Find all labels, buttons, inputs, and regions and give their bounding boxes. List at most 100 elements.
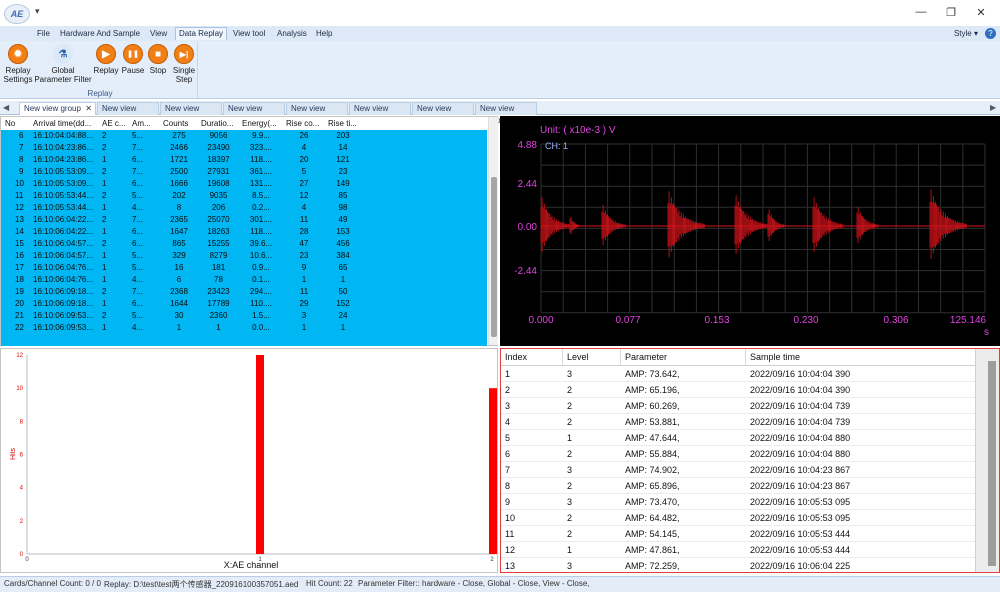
event-table-row[interactable]: 18 16:10:06:04:76... 1 4... 6 78 0.1... 1 1 [1, 274, 487, 286]
event-table-cell: 1721 [170, 155, 188, 164]
column-header-rise-time[interactable]: Rise ti... [328, 119, 364, 128]
help-icon[interactable]: ? [985, 28, 996, 39]
parameter-list-row[interactable]: 9 3 AMP: 73.470, 2022/09/16 10:05:53 095 [501, 494, 975, 511]
parameter-list-row[interactable]: 11 2 AMP: 54.145, 2022/09/16 10:05:53 444 [501, 526, 975, 543]
event-table-cell: 11 [299, 287, 309, 296]
menu-analysis[interactable]: Analysis [274, 27, 310, 40]
event-table-cell: 1 [102, 155, 107, 164]
event-table-cell: 6 [176, 275, 182, 284]
event-table-row[interactable]: 6 16:10:04:04:88... 2 5... 275 9056 9.9... 26 20… [1, 130, 487, 142]
parameter-list-row[interactable]: 4 2 AMP: 53.881, 2022/09/16 10:04:04 739 [501, 414, 975, 431]
parameter-list-row[interactable]: 13 3 AMP: 72.259, 2022/09/16 10:06:04 225 [501, 558, 975, 572]
pause-button[interactable]: ❚❚ Pause [120, 44, 146, 75]
menu-hardware-and-sample[interactable]: Hardware And Sample [57, 27, 143, 40]
pause-icon: ❚❚ [123, 44, 143, 64]
global-parameter-filter-button[interactable]: ⚗ Global Parameter Filter [32, 44, 94, 84]
column-header-sample-time[interactable]: Sample time [746, 349, 975, 366]
parameter-list-row[interactable]: 12 1 AMP: 47.861, 2022/09/16 10:05:53 444 [501, 542, 975, 559]
menu-help[interactable]: Help [313, 27, 335, 40]
menu-file[interactable]: File [34, 27, 53, 40]
column-header-parameter[interactable]: Parameter [621, 349, 746, 366]
event-table-row[interactable]: 13 16:10:06:04:22... 2 7... 2365 25070 301....… [1, 214, 487, 226]
tab-view-group-8[interactable]: New view group [475, 102, 537, 125]
event-table-row[interactable]: 9 16:10:05:53:09... 2 7... 2500 27931 361.... 5… [1, 166, 487, 178]
column-header-level[interactable]: Level [563, 349, 621, 366]
event-table-row[interactable]: 16 16:10:06:04:57... 1 5... 329 8279 10.6... 23… [1, 250, 487, 262]
event-table-row[interactable]: 7 16:10:04:23:86... 2 7... 2466 23490 323.... 4… [1, 142, 487, 154]
parameter-list-row[interactable]: 6 2 AMP: 55.884, 2022/09/16 10:04:04 880 [501, 446, 975, 463]
event-table-cell: 2 [102, 167, 107, 176]
single-step-button[interactable]: ▶| Single Step [170, 44, 198, 84]
parameter-list-cell: AMP: 73.470, [625, 497, 680, 507]
event-table-cell: 18397 [207, 155, 230, 164]
event-table-cell: 12 [299, 191, 309, 200]
parameter-list-cell: 4 [505, 417, 511, 427]
parameter-list-row[interactable]: 5 1 AMP: 47.644, 2022/09/16 10:04:04 880 [501, 430, 975, 447]
column-header-rise-counts[interactable]: Rise co... [286, 119, 326, 128]
column-header-no[interactable]: No [5, 119, 31, 128]
column-header-amplitude[interactable]: Am... [132, 119, 160, 128]
event-table-row[interactable]: 12 16:10:05:53:44... 1 4... 8 206 0.2... 4 98 [1, 202, 487, 214]
menu-data-replay[interactable]: Data Replay [175, 27, 228, 40]
event-table-row[interactable]: 10 16:10:05:53:09... 1 6... 1666 19608 131....… [1, 178, 487, 190]
parameter-list-row[interactable]: 10 2 AMP: 64.482, 2022/09/16 10:05:53 095 [501, 510, 975, 527]
parameter-list-row[interactable]: 7 3 AMP: 74.902, 2022/09/16 10:04:23 867 [501, 462, 975, 479]
event-table-cell: 1 [102, 323, 107, 332]
event-table-scroll-thumb[interactable] [491, 177, 497, 337]
minimize-button[interactable]: — [912, 4, 930, 20]
replay-button[interactable]: ▶ Replay [93, 44, 119, 75]
y-tick-label: 12 [16, 353, 23, 359]
tab-view-group-5[interactable]: New view group [286, 102, 348, 125]
y-tick-label: 2 [20, 519, 24, 525]
event-table-cell: 17789 [207, 299, 230, 308]
replay-settings-button[interactable]: ✹ Replay Settings [3, 44, 33, 84]
restore-button[interactable]: ❐ [942, 4, 960, 20]
event-table-row[interactable]: 8 16:10:04:23:86... 1 6... 1721 18397 118.... 2… [1, 154, 487, 166]
tab-scroll-left-icon[interactable]: ◀ [3, 103, 9, 112]
column-header-arrival-time[interactable]: Arrival time(dd... [33, 119, 101, 128]
parameter-list-scroll-thumb[interactable] [988, 361, 996, 566]
style-menu[interactable]: Style ▾ [954, 27, 978, 40]
parameter-list-row[interactable]: 8 2 AMP: 65.896, 2022/09/16 10:04:23 867 [501, 478, 975, 495]
event-table-cell: 1644 [170, 299, 188, 308]
column-header-duration[interactable]: Duratio... [201, 119, 241, 128]
parameter-list-row[interactable]: 1 3 AMP: 73.642, 2022/09/16 10:04:04 390 [501, 366, 975, 383]
menu-view[interactable]: View [147, 27, 170, 40]
column-header-energy[interactable]: Energy(... [242, 119, 284, 128]
stop-button[interactable]: ■ Stop [146, 44, 170, 75]
y-tick-label: -2.44 [514, 266, 537, 277]
event-table-cell: 16:10:04:23:86... [33, 155, 94, 164]
tab-view-group-6[interactable]: New view group [349, 102, 411, 125]
quick-access-dropdown-icon[interactable]: ▾ [35, 6, 40, 17]
parameter-list-scrollbar[interactable] [975, 349, 999, 572]
parameter-list-row[interactable]: 2 2 AMP: 65.196, 2022/09/16 10:04:04 390 [501, 382, 975, 399]
event-table-row[interactable]: 21 16:10:06:09:53... 2 5... 30 2360 1.5... 3 24 [1, 310, 487, 322]
event-table-row[interactable]: 19 16:10:06:09:18... 2 7... 2368 23423 294....… [1, 286, 487, 298]
event-table-row[interactable]: 15 16:10:06:04:57... 2 6... 865 15255 39.6... 4… [1, 238, 487, 250]
tab-view-group-2[interactable]: New view group [97, 102, 159, 125]
event-table-row[interactable]: 14 16:10:06:04:22... 1 6... 1647 18263 118....… [1, 226, 487, 238]
parameter-list-cell: AMP: 65.196, [625, 385, 680, 395]
tab-view-group-1[interactable]: New view group ✕ [19, 102, 96, 115]
tab-view-group-4[interactable]: New view group [223, 102, 285, 125]
column-header-counts[interactable]: Counts [163, 119, 199, 128]
column-header-index[interactable]: Index [501, 349, 563, 366]
parameter-list-row[interactable]: 3 2 AMP: 60.269, 2022/09/16 10:04:04 739 [501, 398, 975, 415]
menu-view-tool[interactable]: View tool [230, 27, 268, 40]
tab-view-group-7[interactable]: New view group [412, 102, 474, 125]
event-table-row[interactable]: 22 16:10:06:09:53... 1 4... 1 1 0.0... 1 1 [1, 322, 487, 334]
parameter-list-cell: 2 [567, 449, 573, 459]
close-tab-icon[interactable]: ✕ [85, 103, 92, 115]
close-window-button[interactable]: ✕ [972, 4, 990, 20]
event-table-cell: 11 [299, 215, 309, 224]
event-table-cell: 1666 [170, 179, 188, 188]
status-hit-count: Hit Count: 22 [306, 579, 353, 588]
event-table-row[interactable]: 20 16:10:06:09:18... 1 6... 1644 17789 110....… [1, 298, 487, 310]
event-table-row[interactable]: 11 16:10:05:53:44... 2 5... 202 9035 8.5... 12 8… [1, 190, 487, 202]
event-table-cell: 28 [299, 227, 309, 236]
event-table-scrollbar[interactable] [488, 117, 498, 345]
tab-scroll-right-icon[interactable]: ▶ [990, 103, 996, 112]
event-table-row[interactable]: 17 16:10:06:04:76... 1 5... 16 181 0.9... 9 65 [1, 262, 487, 274]
column-header-ae-channel[interactable]: AE c... [102, 119, 130, 128]
tab-view-group-3[interactable]: New view group [160, 102, 222, 125]
